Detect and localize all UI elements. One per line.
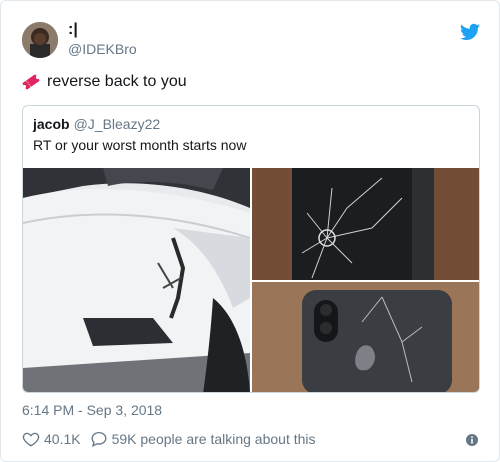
- avatar[interactable]: [22, 22, 58, 58]
- speech-bubble-icon[interactable]: [90, 430, 108, 448]
- ticket-icon: [22, 74, 40, 90]
- quoted-author-handle: @J_Bleazy22: [73, 116, 161, 132]
- embedded-tweet-card: :| @IDEKBro reverse back to you jacob @J_…: [0, 0, 500, 462]
- quoted-author[interactable]: jacob @J_Bleazy22: [33, 116, 160, 132]
- quoted-tweet[interactable]: jacob @J_Bleazy22 RT or your worst month …: [22, 105, 480, 393]
- photo-cracked-phone-back[interactable]: [252, 282, 479, 392]
- author-display-name[interactable]: :|: [68, 20, 78, 40]
- tweet-text: reverse back to you: [22, 71, 187, 93]
- tweet-body-text: reverse back to you: [47, 73, 187, 90]
- avatar-image: [22, 22, 58, 58]
- heart-icon[interactable]: [22, 430, 40, 448]
- quoted-tweet-text: RT or your worst month starts now: [33, 137, 247, 153]
- tweet-timestamp[interactable]: 6:14 PM - Sep 3, 2018: [22, 402, 162, 418]
- quoted-author-name: jacob: [33, 116, 70, 132]
- talking-about-text[interactable]: 59K people are talking about this: [112, 431, 316, 447]
- like-count[interactable]: 40.1K: [44, 431, 81, 447]
- info-icon[interactable]: [466, 434, 478, 446]
- author-handle[interactable]: @IDEKBro: [68, 40, 137, 58]
- twitter-bird-icon[interactable]: [460, 23, 480, 41]
- quoted-media-grid: [23, 168, 479, 392]
- tweet-actions: 40.1K 59K people are talking about this: [22, 430, 316, 448]
- photo-dented-car-bumper[interactable]: [23, 168, 250, 392]
- photo-cracked-phone-screen[interactable]: [252, 168, 479, 280]
